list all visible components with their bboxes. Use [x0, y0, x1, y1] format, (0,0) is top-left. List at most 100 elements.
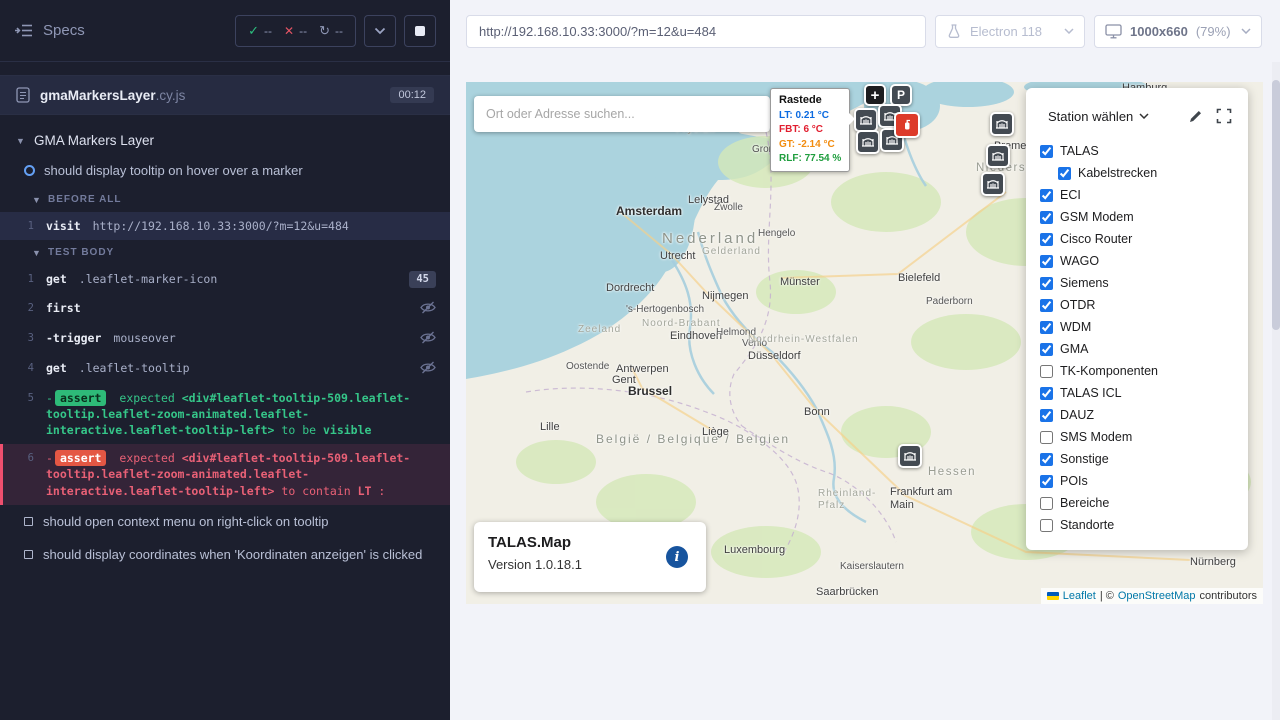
leaflet-flag-icon	[1047, 592, 1059, 600]
pending-test-row[interactable]: should display coordinates when 'Koordin…	[0, 538, 450, 571]
command-number: 1	[0, 218, 46, 234]
station-checkbox[interactable]	[1040, 321, 1053, 334]
station-checkbox[interactable]	[1040, 145, 1053, 158]
station-filter-item[interactable]: SMS Modem	[1040, 426, 1248, 448]
station-checkbox[interactable]	[1040, 453, 1053, 466]
station-filter-item[interactable]: TALAS	[1040, 140, 1248, 162]
station-filter-item[interactable]: GMA	[1040, 338, 1248, 360]
station-filter-item[interactable]: TALAS ICL	[1040, 382, 1248, 404]
station-panel-title[interactable]: Station wählen	[1048, 109, 1133, 124]
command-number: 3	[0, 330, 46, 346]
station-checkbox[interactable]	[1040, 189, 1053, 202]
hovered-station-marker[interactable]	[894, 112, 920, 138]
pending-test-icon	[24, 550, 33, 559]
before-all-header[interactable]: ▼ BEFORE ALL	[0, 187, 450, 212]
station-checkbox[interactable]	[1040, 497, 1053, 510]
viewport-select[interactable]: 1000x660 (79%)	[1094, 15, 1262, 48]
map-search-input[interactable]	[474, 96, 770, 132]
viewport-zoom: (79%)	[1196, 24, 1231, 39]
station-checkbox[interactable]	[1040, 519, 1053, 532]
stop-button[interactable]	[404, 15, 436, 47]
assert-chip: assert	[55, 390, 107, 406]
assert-passed-row[interactable]: 5 -assert expected <div#leaflet-tooltip-…	[0, 384, 450, 444]
marker-tooltip: Rastede LT: 0.21 °C FBT: 6 °C GT: -2.14 …	[770, 88, 850, 172]
suite-header[interactable]: ▼ GMA Markers Layer	[0, 125, 450, 156]
test-stats: ✓-- ✕-- ↻--	[235, 15, 356, 47]
station-marker[interactable]	[898, 444, 922, 468]
station-marker[interactable]	[854, 108, 878, 132]
scrollbar[interactable]	[1272, 62, 1280, 720]
active-test-row[interactable]: should display tooltip on hover over a m…	[0, 156, 450, 187]
station-filter-item[interactable]: WAGO	[1040, 250, 1248, 272]
station-filter-item[interactable]: GSM Modem	[1040, 206, 1248, 228]
station-checkbox[interactable]	[1040, 475, 1053, 488]
spec-file-row[interactable]: gmaMarkersLayer.cy.js 00:12	[0, 75, 450, 115]
test-body-header[interactable]: ▼ TEST BODY	[0, 240, 450, 265]
command-get-tooltip[interactable]: 4 get .leaflet-tooltip	[0, 354, 450, 384]
station-filter-item[interactable]: ECI	[1040, 184, 1248, 206]
tooltip-title: Rastede	[779, 93, 841, 109]
station-filter-item[interactable]: Standorte	[1040, 514, 1248, 536]
station-filter-item[interactable]: WDM	[1040, 316, 1248, 338]
station-marker[interactable]	[986, 144, 1010, 168]
info-icon[interactable]: i	[666, 546, 688, 568]
assert-failed-row[interactable]: 6 -assert expected <div#leaflet-tooltip-…	[0, 444, 450, 504]
map-label: Paderborn	[926, 296, 973, 307]
fullscreen-expand-icon[interactable]	[1216, 108, 1232, 124]
browser-select[interactable]: Electron 118	[935, 15, 1085, 48]
station-checkbox[interactable]	[1040, 387, 1053, 400]
scrollbar-thumb[interactable]	[1272, 80, 1280, 330]
station-filter-item[interactable]: TK-Komponenten	[1040, 360, 1248, 382]
aut-header: Electron 118 1000x660 (79%)	[450, 0, 1280, 62]
map-label: Nordrhein-Westfalen	[748, 334, 859, 345]
leaflet-link[interactable]: Leaflet	[1063, 590, 1096, 602]
station-checkbox[interactable]	[1040, 277, 1053, 290]
map-label: Antwerpen	[616, 363, 669, 375]
collapse-button[interactable]	[364, 15, 396, 47]
station-filter-item[interactable]: POIs	[1040, 470, 1248, 492]
edit-pencil-icon[interactable]	[1188, 108, 1204, 124]
station-checkbox[interactable]	[1058, 167, 1071, 180]
app-version: Version 1.0.18.1	[488, 557, 692, 572]
station-filter-item[interactable]: OTDR	[1040, 294, 1248, 316]
station-filter-item[interactable]: Kabelstrecken	[1040, 162, 1248, 184]
station-marker[interactable]	[981, 172, 1005, 196]
map-label: Bielefeld	[898, 272, 940, 284]
bridge-icon	[859, 113, 873, 127]
plus-marker[interactable]: +	[864, 84, 886, 106]
station-checkbox[interactable]	[1040, 409, 1053, 422]
leaflet-map[interactable]: Amsterdam Lelystad Nederland Utrecht Gel…	[466, 82, 1263, 604]
station-filter-item[interactable]: Siemens	[1040, 272, 1248, 294]
parking-marker[interactable]: P	[890, 84, 912, 106]
station-checkbox[interactable]	[1040, 211, 1053, 224]
command-method: first	[46, 300, 81, 316]
tooltip-row: RLF: 77.54 %	[779, 152, 841, 167]
specs-menu-icon[interactable]	[14, 23, 33, 38]
station-marker[interactable]	[856, 130, 880, 154]
station-checkbox[interactable]	[1040, 365, 1053, 378]
station-filter-item[interactable]: DAUZ	[1040, 404, 1248, 426]
station-checkbox[interactable]	[1040, 233, 1053, 246]
test-title: should open context menu on right-click …	[43, 514, 328, 529]
command-first[interactable]: 2 first	[0, 294, 450, 324]
station-marker[interactable]	[990, 112, 1014, 136]
osm-link[interactable]: OpenStreetMap	[1118, 590, 1196, 602]
station-filter-item[interactable]: Sonstige	[1040, 448, 1248, 470]
map-label: Zwolle	[714, 202, 743, 213]
command-trigger[interactable]: 3 -trigger mouseover	[0, 324, 450, 354]
command-get-marker[interactable]: 1 get .leaflet-marker-icon 45	[0, 265, 450, 294]
map-label: Oostende	[566, 361, 609, 372]
pending-test-row[interactable]: should open context menu on right-click …	[0, 505, 450, 538]
map-label: Eindhoven	[670, 330, 722, 342]
map-label: Rheinland-Pfalz	[818, 488, 884, 511]
station-filter-item[interactable]: Bereiche	[1040, 492, 1248, 514]
command-visit[interactable]: 1 visit http://192.168.10.33:3000/?m=12&…	[0, 212, 450, 240]
station-filter-item[interactable]: Cisco Router	[1040, 228, 1248, 250]
chevron-down-icon[interactable]	[1139, 113, 1149, 119]
url-input[interactable]	[466, 15, 926, 48]
station-checkbox[interactable]	[1040, 431, 1053, 444]
test-title: should display tooltip on hover over a m…	[44, 163, 303, 178]
station-checkbox[interactable]	[1040, 255, 1053, 268]
station-checkbox[interactable]	[1040, 343, 1053, 356]
station-checkbox[interactable]	[1040, 299, 1053, 312]
